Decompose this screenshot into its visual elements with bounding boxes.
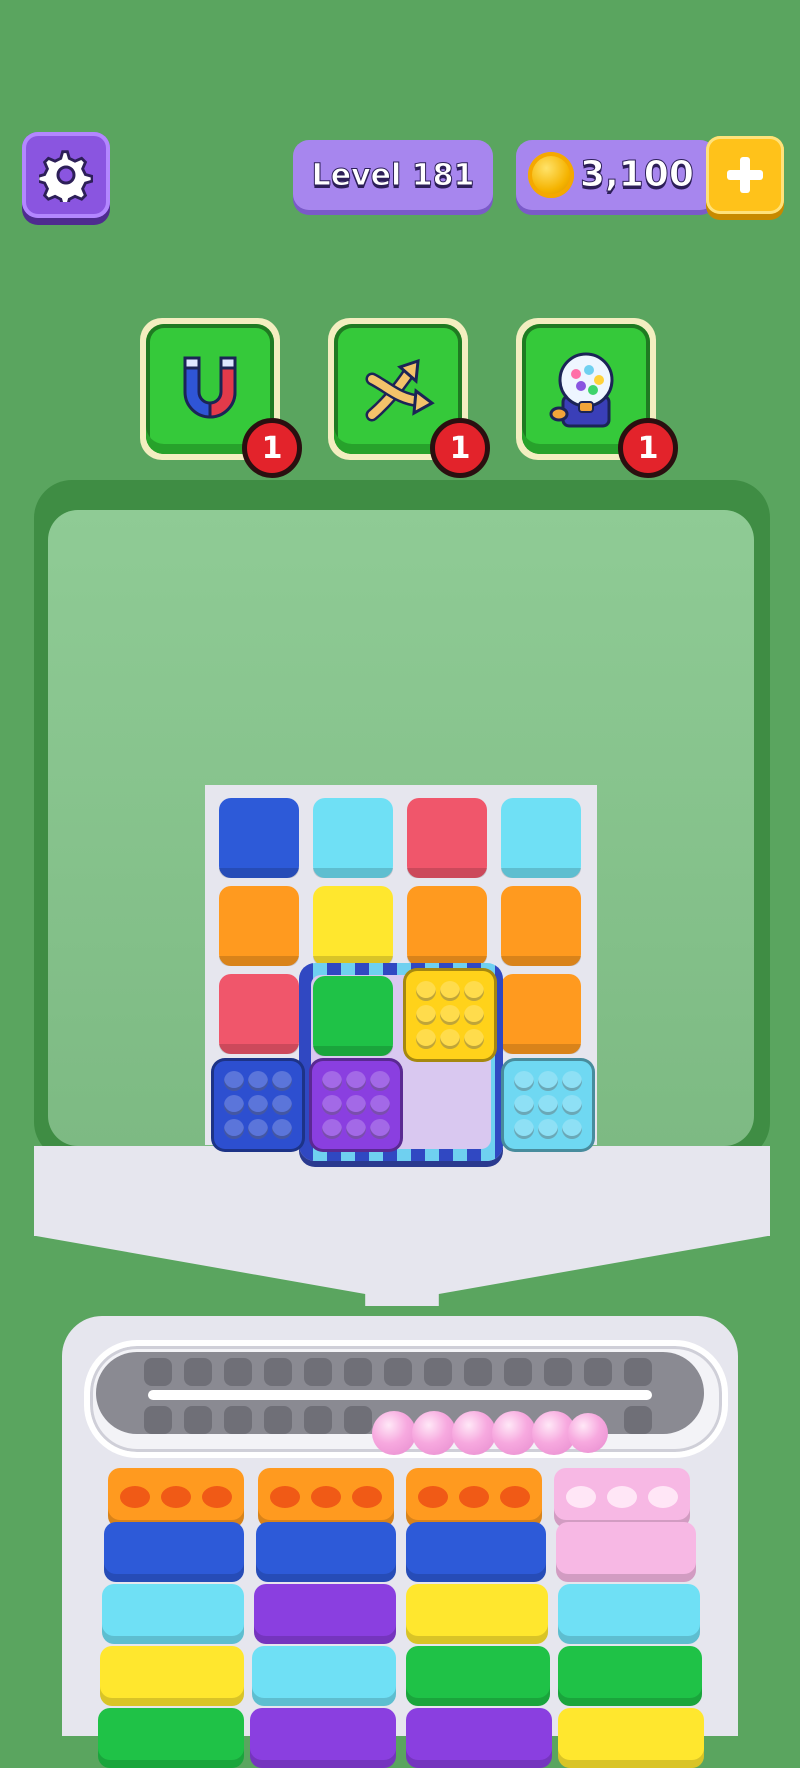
tile-green[interactable] <box>313 976 393 1056</box>
plus-icon <box>727 157 763 193</box>
column-block-cyan <box>102 1584 244 1644</box>
marble-pink <box>452 1411 496 1455</box>
column-block-green <box>406 1646 550 1706</box>
gumball-machine-icon <box>549 352 614 428</box>
column-block-blue <box>406 1522 546 1582</box>
column-block-yellow <box>100 1646 244 1706</box>
column-block-cyan <box>558 1584 700 1644</box>
column-top-orange[interactable] <box>258 1468 394 1528</box>
level-indicator: Level 181 <box>293 140 493 210</box>
tile-red[interactable] <box>219 974 299 1054</box>
marble-pink <box>372 1411 416 1455</box>
magnet-icon <box>183 356 237 419</box>
tile-orange[interactable] <box>219 886 299 966</box>
tile-orange[interactable] <box>501 886 581 966</box>
coin-icon <box>528 152 574 198</box>
settings-button[interactable] <box>22 132 110 218</box>
column-block-yellow <box>406 1584 548 1644</box>
column-block-green <box>558 1646 702 1706</box>
popbox-blue[interactable] <box>211 1058 305 1152</box>
tile-orange[interactable] <box>501 974 581 1054</box>
booster-count-badge: 1 <box>242 418 302 478</box>
popbox-yellow[interactable] <box>403 968 497 1062</box>
column-top-orange[interactable] <box>406 1468 542 1528</box>
column-top-pink[interactable] <box>554 1468 690 1528</box>
column-block-cyan <box>252 1646 396 1706</box>
column-top-orange[interactable] <box>108 1468 244 1528</box>
column-block-blue <box>256 1522 396 1582</box>
level-label: Level 181 <box>311 157 475 193</box>
booster-count-badge: 1 <box>618 418 678 478</box>
add-coins-button[interactable] <box>706 136 784 214</box>
column-block-green <box>98 1708 244 1768</box>
tile-red[interactable] <box>407 798 487 878</box>
marble-pink <box>568 1413 608 1453</box>
gear-icon <box>39 150 93 202</box>
tile-yellow[interactable] <box>313 886 393 966</box>
marble-pink <box>492 1411 536 1455</box>
shuffle-arrows-icon <box>365 358 435 422</box>
column-block-pink <box>556 1522 696 1582</box>
tile-blue[interactable] <box>219 798 299 878</box>
tile-cyan[interactable] <box>501 798 581 878</box>
column-block-blue <box>104 1522 244 1582</box>
track-rail <box>148 1390 652 1400</box>
tile-cyan[interactable] <box>313 798 393 878</box>
tile-orange[interactable] <box>407 886 487 966</box>
marble-pink <box>412 1411 456 1455</box>
column-block-purple <box>250 1708 396 1768</box>
column-block-purple <box>406 1708 552 1768</box>
funnel <box>34 1226 770 1306</box>
column-block-yellow <box>558 1708 704 1768</box>
popbox-purple[interactable] <box>309 1058 403 1152</box>
column-block-purple <box>254 1584 396 1644</box>
popbox-cyan[interactable] <box>501 1058 595 1152</box>
booster-count-badge: 1 <box>430 418 490 478</box>
coin-amount: 3,100 <box>580 154 695 196</box>
